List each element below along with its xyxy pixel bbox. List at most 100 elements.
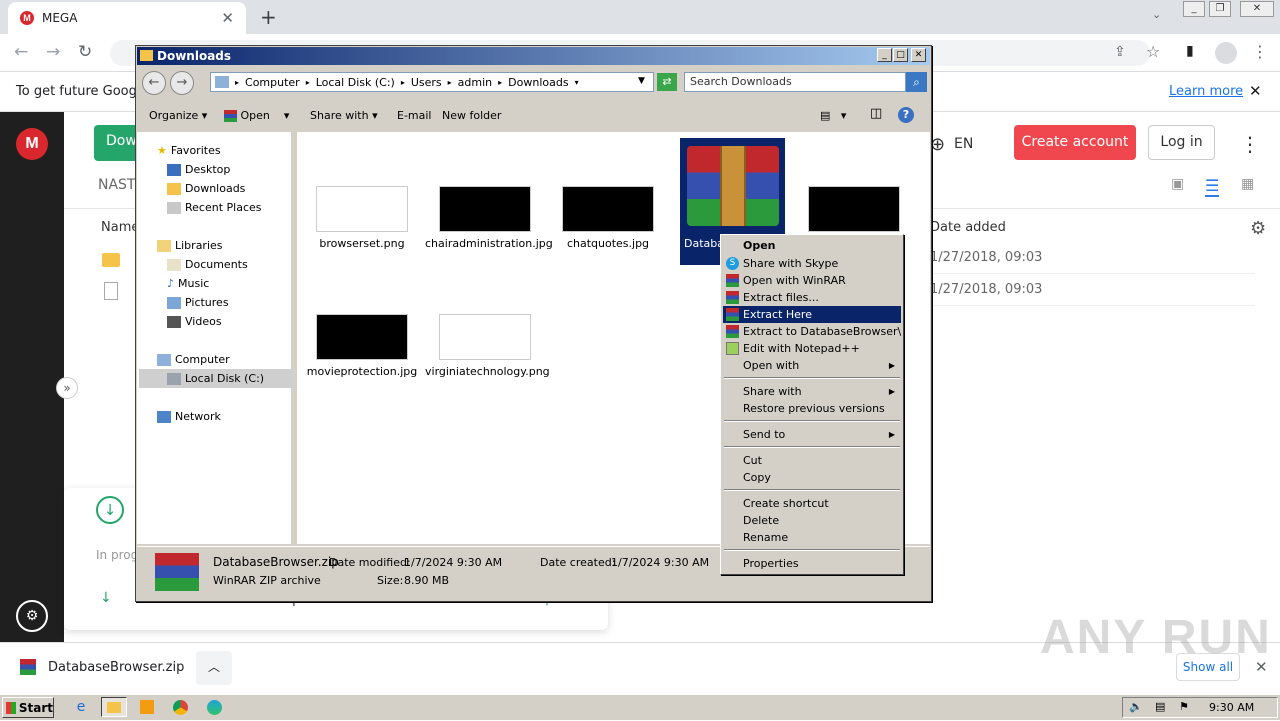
side-panel-icon[interactable]: ▮: [1186, 43, 1194, 59]
file-thumbnail[interactable]: [562, 186, 654, 232]
start-button[interactable]: Start: [2, 697, 54, 718]
nav-favorites[interactable]: ★ Favorites: [157, 144, 221, 157]
menu-extract-files[interactable]: Extract files...: [723, 289, 901, 306]
address-dropdown-icon[interactable]: ▼: [638, 76, 645, 86]
list-view-icon[interactable]: ☰: [1205, 176, 1220, 197]
menu-send-to[interactable]: Send to ▶: [723, 426, 901, 443]
file-name[interactable]: virginiatechnology.png: [425, 365, 550, 378]
profile-avatar[interactable]: [1215, 42, 1237, 64]
media-player-icon[interactable]: [136, 697, 158, 717]
col-header-date-added[interactable]: Date added: [930, 220, 1006, 235]
menu-delete[interactable]: Delete: [723, 512, 901, 529]
menu-open-winrar[interactable]: Open with WinRAR: [723, 272, 901, 289]
search-icon[interactable]: ⌕: [906, 72, 927, 92]
breadcrumb-item[interactable]: admin: [458, 76, 492, 89]
thumbnail-view-icon[interactable]: ▣: [1171, 176, 1184, 192]
explorer-address-bar[interactable]: ▸ Computer ▸ Local Disk (C:) ▸ Users ▸ admi…: [210, 72, 654, 92]
share-icon[interactable]: ⇪: [1114, 44, 1126, 60]
nav-network[interactable]: Network: [157, 410, 221, 423]
file-thumbnail[interactable]: [808, 186, 900, 232]
menu-open[interactable]: Open: [723, 237, 901, 254]
share-with-button[interactable]: Share with ▾: [310, 109, 378, 122]
refresh-icon[interactable]: ⇄: [657, 73, 677, 91]
open-button[interactable]: Open ▾: [224, 109, 289, 122]
file-name[interactable]: browserset.png: [302, 237, 422, 250]
menu-open-with[interactable]: Open with ▶: [723, 357, 901, 374]
new-tab-button[interactable]: +: [260, 5, 277, 29]
chrome-menu-icon[interactable]: ⋮: [1252, 42, 1268, 61]
col-header-name[interactable]: Name: [101, 220, 139, 235]
network-icon[interactable]: ▤: [1155, 700, 1165, 713]
menu-extract-here[interactable]: Extract Here: [723, 306, 901, 323]
nav-music[interactable]: ♪ Music: [167, 277, 209, 290]
flag-icon[interactable]: ⚑: [1179, 700, 1189, 713]
download-item-name[interactable]: DatabaseBrowser.zip: [48, 660, 184, 675]
mega-help-icon[interactable]: ⚙: [16, 600, 48, 632]
minimize-icon[interactable]: _: [1183, 1, 1205, 17]
breadcrumb-item[interactable]: Downloads: [508, 76, 568, 89]
explorer-back-icon[interactable]: ←: [142, 71, 166, 95]
infobar-close-icon[interactable]: ✕: [1249, 82, 1262, 100]
mega-menu-icon[interactable]: ⋮: [1240, 132, 1260, 156]
nav-libraries[interactable]: Libraries: [157, 239, 223, 252]
expand-sidebar-button[interactable]: »: [56, 377, 78, 399]
nav-videos[interactable]: Videos: [167, 315, 222, 328]
help-icon[interactable]: ?: [898, 107, 914, 123]
file-name[interactable]: chairadministration.jpg: [425, 237, 553, 250]
nav-pictures[interactable]: Pictures: [167, 296, 229, 309]
breadcrumb-item[interactable]: Users: [411, 76, 442, 89]
file-thumbnail[interactable]: [439, 186, 531, 232]
view-options-icon[interactable]: ▤ ▾: [820, 109, 846, 122]
menu-create-shortcut[interactable]: Create shortcut: [723, 495, 901, 512]
explorer-taskbar-icon[interactable]: [101, 697, 127, 717]
create-account-button[interactable]: Create account: [1014, 125, 1136, 160]
ie-icon[interactable]: e: [70, 697, 92, 717]
language-selector[interactable]: EN: [954, 136, 973, 152]
nav-local-disk[interactable]: Local Disk (C:): [167, 372, 264, 385]
menu-share-with[interactable]: Share with ▶: [723, 383, 901, 400]
login-button[interactable]: Log in: [1148, 125, 1215, 160]
organize-button[interactable]: Organize ▾: [149, 109, 207, 122]
explorer-title[interactable]: Downloads: [137, 47, 930, 65]
download-chevron-up-icon[interactable]: ︿: [196, 651, 232, 685]
menu-edit-notepadpp[interactable]: Edit with Notepad++: [723, 340, 901, 357]
explorer-maximize-icon[interactable]: □: [893, 48, 908, 62]
restore-icon[interactable]: ❐: [1209, 1, 1231, 17]
forward-icon[interactable]: →: [46, 42, 60, 62]
tab-mega[interactable]: M MEGA ✕: [8, 2, 246, 34]
breadcrumb-item[interactable]: Computer: [245, 76, 300, 89]
explorer-minimize-icon[interactable]: _: [877, 48, 892, 62]
nav-recent-places[interactable]: Recent Places: [167, 201, 262, 214]
nav-documents[interactable]: Documents: [167, 258, 248, 271]
breadcrumb-item[interactable]: Local Disk (C:): [316, 76, 395, 89]
menu-extract-to[interactable]: Extract to DatabaseBrowser\: [723, 323, 901, 340]
menu-restore-versions[interactable]: Restore previous versions: [723, 400, 901, 417]
nav-computer[interactable]: Computer: [157, 353, 230, 366]
mega-logo[interactable]: M: [16, 128, 48, 160]
column-settings-gear-icon[interactable]: ⚙: [1250, 218, 1266, 239]
grid-view-icon[interactable]: ▦: [1241, 176, 1254, 192]
edge-icon[interactable]: [203, 697, 225, 717]
bookmark-star-icon[interactable]: ☆: [1146, 42, 1160, 61]
reload-icon[interactable]: ↻: [78, 42, 92, 62]
tab-search-chevron-icon[interactable]: ⌄: [1152, 8, 1161, 21]
explorer-search-input[interactable]: Search Downloads: [684, 72, 906, 92]
new-folder-button[interactable]: New folder: [442, 109, 501, 122]
email-button[interactable]: E-mail: [397, 109, 432, 122]
nav-desktop[interactable]: Desktop: [167, 163, 230, 176]
file-thumbnail[interactable]: [439, 314, 531, 360]
menu-rename[interactable]: Rename: [723, 529, 901, 546]
chrome-icon[interactable]: [169, 697, 191, 717]
file-thumbnail[interactable]: [316, 314, 408, 360]
nav-downloads[interactable]: Downloads: [167, 182, 245, 195]
menu-properties[interactable]: Properties: [723, 555, 901, 572]
menu-cut[interactable]: Cut: [723, 452, 901, 469]
menu-copy[interactable]: Copy: [723, 469, 901, 486]
file-name[interactable]: chatquotes.jpg: [548, 237, 668, 250]
window-close-icon[interactable]: ✕: [1240, 1, 1274, 17]
volume-icon[interactable]: 🔈: [1129, 700, 1143, 713]
tab-close-icon[interactable]: ✕: [221, 9, 234, 27]
clock[interactable]: 9:30 AM: [1209, 701, 1254, 714]
preview-pane-icon[interactable]: ◫: [870, 106, 882, 121]
learn-more-link[interactable]: Learn more: [1169, 84, 1243, 99]
